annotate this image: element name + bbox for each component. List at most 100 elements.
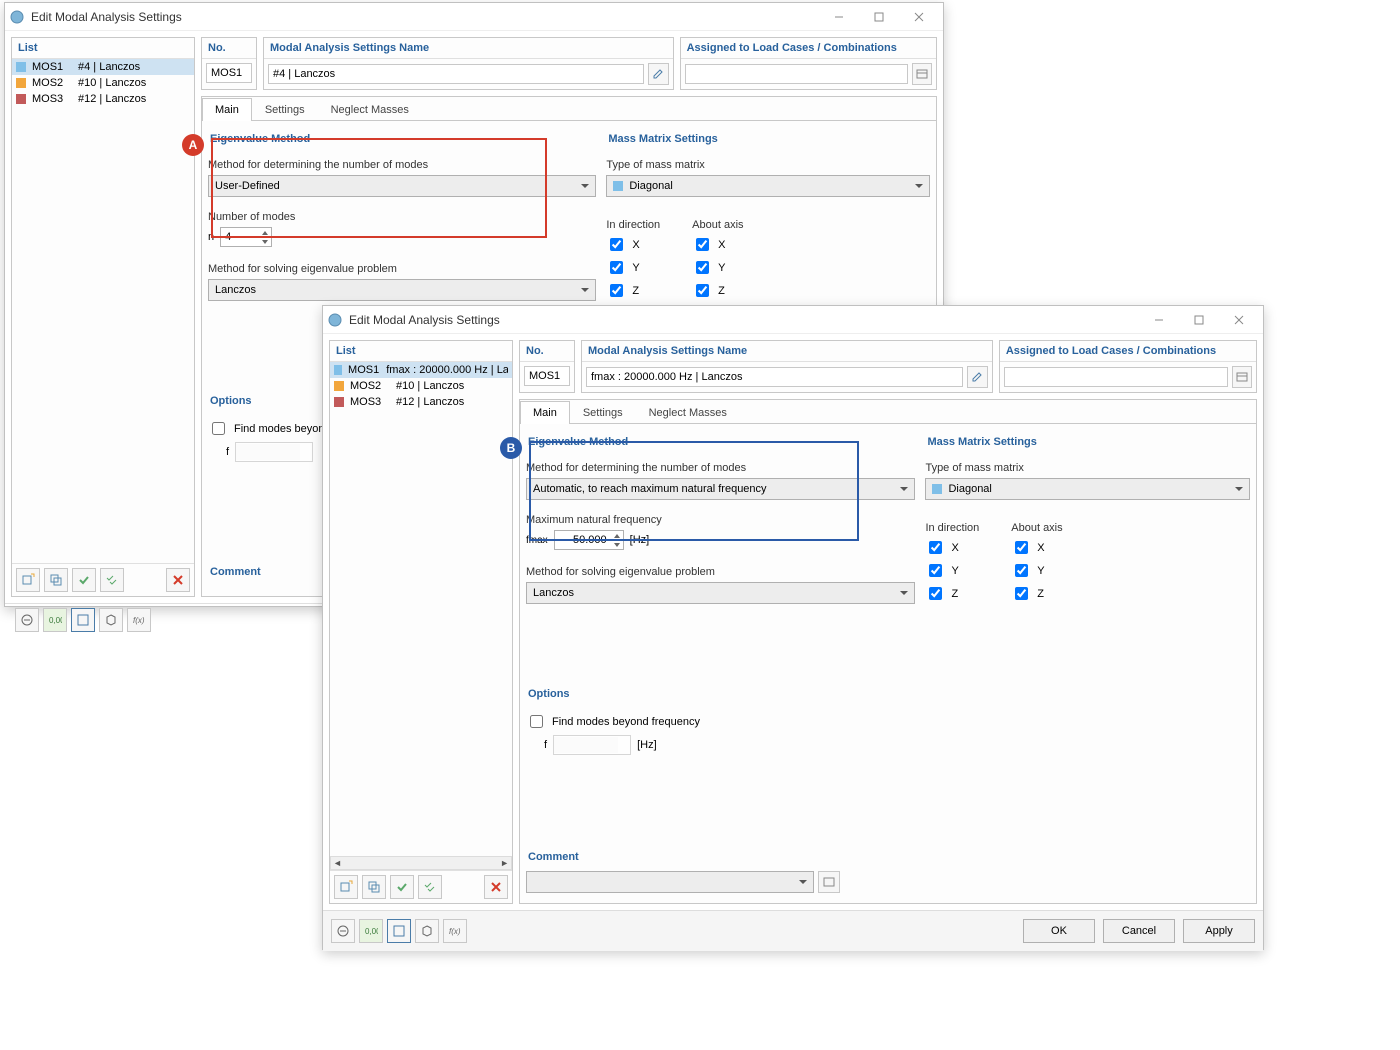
- f-prefix: f: [226, 446, 229, 458]
- axis-z-checkbox[interactable]: [1015, 587, 1028, 600]
- dir-y-checkbox[interactable]: [610, 261, 623, 274]
- spin-down[interactable]: [259, 237, 271, 246]
- tab-main[interactable]: Main: [520, 401, 570, 424]
- check-all-button[interactable]: [418, 875, 442, 899]
- mass-type-select[interactable]: Diagonal: [925, 478, 1250, 500]
- list-item[interactable]: MOS3#12 | Lanczos: [12, 91, 194, 107]
- find-modes-label: Find modes beyond frequency: [552, 716, 700, 728]
- copy-button[interactable]: [362, 875, 386, 899]
- assigned-panel: Assigned to Load Cases / Combinations: [680, 37, 937, 90]
- new-button[interactable]: [334, 875, 358, 899]
- axis-label: About axis: [692, 219, 743, 231]
- minimize-button[interactable]: [1139, 307, 1179, 333]
- delete-button[interactable]: [166, 568, 190, 592]
- list-body: MOS1fmax : 20000.000 Hz | Lanczos MOS2#1…: [330, 362, 512, 856]
- mass-type-select[interactable]: Diagonal: [606, 175, 930, 197]
- model-button[interactable]: [415, 919, 439, 943]
- tab-settings[interactable]: Settings: [252, 98, 318, 121]
- assigned-field[interactable]: [685, 64, 908, 84]
- list-item[interactable]: MOS3#12 | Lanczos: [330, 394, 512, 410]
- app-icon: [9, 9, 25, 25]
- name-field[interactable]: [586, 367, 963, 387]
- check-one-button[interactable]: [72, 568, 96, 592]
- comment-pick-button[interactable]: [818, 871, 840, 893]
- help-button[interactable]: [331, 919, 355, 943]
- cancel-button[interactable]: Cancel: [1103, 919, 1175, 943]
- assigned-pick-button[interactable]: [912, 63, 932, 85]
- name-panel: Modal Analysis Settings Name: [581, 340, 993, 393]
- axis-y-checkbox[interactable]: [696, 261, 709, 274]
- svg-text:0,00: 0,00: [49, 616, 62, 625]
- tab-settings[interactable]: Settings: [570, 401, 636, 424]
- mass-header: Mass Matrix Settings: [606, 129, 930, 153]
- no-field[interactable]: [206, 63, 252, 83]
- comment-field[interactable]: [526, 871, 814, 893]
- list-header: List: [12, 38, 194, 59]
- find-modes-checkbox[interactable]: [212, 422, 225, 435]
- help-button[interactable]: [15, 608, 39, 632]
- assigned-pick-button[interactable]: [1232, 366, 1252, 388]
- badge-b: B: [500, 437, 522, 459]
- axis-y-checkbox[interactable]: [1015, 564, 1028, 577]
- list-item[interactable]: MOS1#4 | Lanczos: [12, 59, 194, 75]
- fx-button[interactable]: f(x): [127, 608, 151, 632]
- list-item[interactable]: MOS2#10 | Lanczos: [330, 378, 512, 394]
- fx-button[interactable]: f(x): [443, 919, 467, 943]
- apply-button[interactable]: Apply: [1183, 919, 1255, 943]
- tab-neglect[interactable]: Neglect Masses: [318, 98, 422, 121]
- check-one-button[interactable]: [390, 875, 414, 899]
- tab-main[interactable]: Main: [202, 98, 252, 121]
- dir-x-checkbox[interactable]: [610, 238, 623, 251]
- view-button[interactable]: [71, 608, 95, 632]
- tab-neglect[interactable]: Neglect Masses: [636, 401, 740, 424]
- edit-name-button[interactable]: [648, 63, 669, 85]
- name-field[interactable]: [268, 64, 644, 84]
- spin-down[interactable]: [611, 540, 623, 549]
- find-modes-label: Find modes beyond: [234, 423, 331, 435]
- dir-z-checkbox[interactable]: [610, 284, 623, 297]
- assigned-field[interactable]: [1004, 367, 1228, 387]
- svg-text:0,00: 0,00: [365, 927, 378, 936]
- assigned-header: Assigned to Load Cases / Combinations: [1000, 341, 1256, 362]
- edit-name-button[interactable]: [967, 366, 988, 388]
- mass-type-label: Type of mass matrix: [925, 462, 1250, 474]
- maximize-button[interactable]: [859, 4, 899, 30]
- maximize-button[interactable]: [1179, 307, 1219, 333]
- solver-select[interactable]: Lanczos: [208, 279, 596, 301]
- f-prefix: f: [544, 739, 547, 751]
- view-button[interactable]: [387, 919, 411, 943]
- options-header: Options: [526, 684, 915, 708]
- axis-x-checkbox[interactable]: [696, 238, 709, 251]
- list-scrollbar[interactable]: ◄►: [330, 856, 512, 870]
- solver-select[interactable]: Lanczos: [526, 582, 915, 604]
- dir-z-checkbox[interactable]: [929, 587, 942, 600]
- no-panel: No.: [201, 37, 257, 90]
- units-button[interactable]: 0,00: [43, 608, 67, 632]
- dir-y-checkbox[interactable]: [929, 564, 942, 577]
- app-icon: [327, 312, 343, 328]
- list-item[interactable]: MOS1fmax : 20000.000 Hz | Lanczos: [330, 362, 512, 378]
- f-spinner: [553, 735, 631, 755]
- dir-label: In direction: [606, 219, 660, 231]
- dir-label: In direction: [925, 522, 979, 534]
- no-field[interactable]: [524, 366, 570, 386]
- close-button[interactable]: [899, 4, 939, 30]
- list-item[interactable]: MOS2#10 | Lanczos: [12, 75, 194, 91]
- units-button[interactable]: 0,00: [359, 919, 383, 943]
- axis-x-checkbox[interactable]: [1015, 541, 1028, 554]
- dir-x-checkbox[interactable]: [929, 541, 942, 554]
- axis-z-checkbox[interactable]: [696, 284, 709, 297]
- ok-button[interactable]: OK: [1023, 919, 1095, 943]
- new-button[interactable]: [16, 568, 40, 592]
- copy-button[interactable]: [44, 568, 68, 592]
- model-button[interactable]: [99, 608, 123, 632]
- comment-header: Comment: [526, 847, 840, 871]
- minimize-button[interactable]: [819, 4, 859, 30]
- delete-button[interactable]: [484, 875, 508, 899]
- titlebar-b: Edit Modal Analysis Settings: [323, 306, 1263, 334]
- find-modes-checkbox[interactable]: [530, 715, 543, 728]
- check-all-button[interactable]: [100, 568, 124, 592]
- list-header: List: [330, 341, 512, 362]
- close-button[interactable]: [1219, 307, 1259, 333]
- assigned-panel: Assigned to Load Cases / Combinations: [999, 340, 1257, 393]
